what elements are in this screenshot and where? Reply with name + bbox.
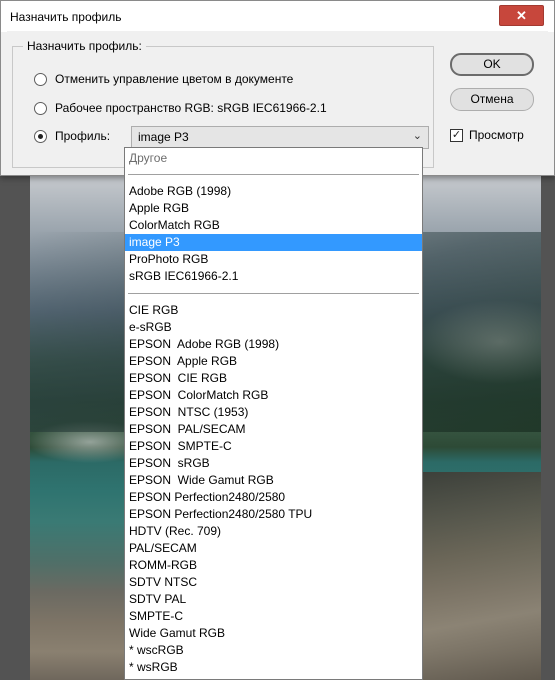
preview-label: Просмотр (469, 128, 524, 142)
dropdown-item[interactable]: EPSON Wide Gamut RGB (125, 472, 422, 489)
dropdown-item[interactable]: EPSON sRGB (125, 455, 422, 472)
dropdown-item[interactable]: EPSON Perfection2480/2580 TPU (125, 506, 422, 523)
dropdown-item[interactable]: Wide Gamut RGB (125, 625, 422, 642)
option-working-rgb[interactable]: Рабочее пространство RGB: sRGB IEC61966-… (34, 99, 327, 117)
option-label: Рабочее пространство RGB: sRGB IEC61966-… (55, 101, 327, 115)
dropdown-item[interactable]: * wsRGB (125, 659, 422, 676)
dropdown-item[interactable]: EPSON ColorMatch RGB (125, 387, 422, 404)
check-icon[interactable]: ✓ (450, 128, 463, 142)
dropdown-item[interactable]: EPSON PAL/SECAM (125, 421, 422, 438)
profile-select[interactable]: image P3 ⌄ (131, 126, 429, 149)
dropdown-item[interactable]: SDTV NTSC (125, 574, 422, 591)
close-button[interactable]: ✕ (499, 5, 544, 26)
option-profile[interactable]: Профиль: (34, 127, 110, 145)
dropdown-item[interactable]: CIE RGB (125, 302, 422, 319)
dropdown-item[interactable]: Adobe RGB (1998) (125, 183, 422, 200)
dropdown-item-selected[interactable]: image P3 (125, 234, 422, 251)
dropdown-item[interactable]: EPSON NTSC (1953) (125, 404, 422, 421)
dropdown-item[interactable]: EPSON SMPTE-C (125, 438, 422, 455)
dropdown-item[interactable]: EPSON Perfection2480/2580 (125, 489, 422, 506)
ok-button[interactable]: OK (450, 53, 534, 76)
dropdown-item[interactable]: SMPTE-C (125, 608, 422, 625)
dropdown-item[interactable]: * wscRGB (125, 642, 422, 659)
dialog-title: Назначить профиль (10, 10, 122, 24)
photo-rocks (410, 472, 541, 680)
radio-profile[interactable] (34, 129, 47, 143)
title-bar: Назначить профиль ✕ (1, 1, 554, 32)
dropdown-item[interactable]: e-sRGB (125, 319, 422, 336)
radio-working-rgb[interactable] (34, 101, 47, 115)
dropdown-item[interactable]: PAL/SECAM (125, 540, 422, 557)
dropdown-separator (128, 174, 419, 175)
profile-select-value: image P3 (138, 130, 189, 144)
dropdown-header-other: Другое (129, 151, 168, 165)
preview-checkbox-row[interactable]: ✓ Просмотр (450, 128, 524, 142)
dropdown-item[interactable]: EPSON Adobe RGB (1998) (125, 336, 422, 353)
option-label: Профиль: (55, 129, 111, 143)
group-label: Назначить профиль: (23, 39, 146, 53)
dropdown-item[interactable]: EPSON CIE RGB (125, 370, 422, 387)
radio-dont-color-manage[interactable] (34, 72, 47, 86)
chevron-down-icon: ⌄ (412, 130, 422, 142)
dropdown-item[interactable]: SDTV PAL (125, 591, 422, 608)
dropdown-item[interactable]: HDTV (Rec. 709) (125, 523, 422, 540)
dropdown-item[interactable]: ProPhoto RGB (125, 251, 422, 268)
dropdown-item[interactable]: ROMM-RGB (125, 557, 422, 574)
dropdown-separator (128, 293, 419, 294)
dropdown-item[interactable]: sRGB IEC61966-2.1 (125, 268, 422, 285)
cancel-button[interactable]: Отмена (450, 88, 534, 111)
dropdown-item[interactable]: EPSON Apple RGB (125, 353, 422, 370)
dropdown-item[interactable]: Apple RGB (125, 200, 422, 217)
option-dont-color-manage[interactable]: Отменить управление цветом в документе (34, 70, 293, 88)
option-label: Отменить управление цветом в документе (55, 72, 294, 86)
profile-dropdown-list: Другое Adobe RGB (1998) Apple RGB ColorM… (124, 147, 423, 680)
dropdown-item[interactable]: ColorMatch RGB (125, 217, 422, 234)
